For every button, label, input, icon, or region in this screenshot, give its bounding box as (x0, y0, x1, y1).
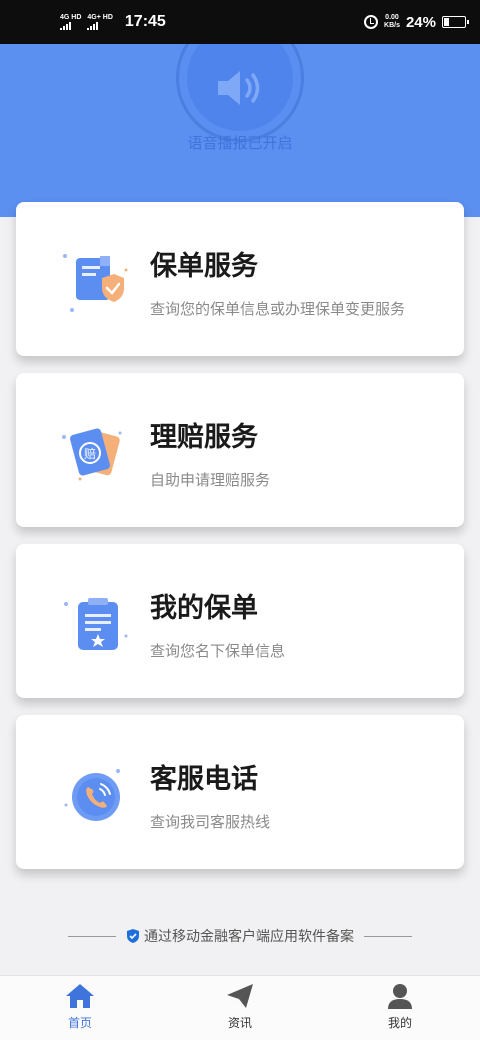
card-title: 理赔服务 (150, 422, 258, 453)
voice-status-text: 语音播报已开启 (187, 134, 293, 152)
shield-check-icon (127, 929, 139, 943)
tab-news[interactable]: 资讯 (160, 976, 320, 1040)
filing-note-text: 通过移动金融客户端应用软件备案 (144, 929, 354, 945)
card-title: 客服电话 (150, 764, 258, 795)
signal-indicator-1: 4G HD (60, 14, 81, 30)
phone-icon (64, 769, 120, 821)
signal-bars-icon (87, 22, 99, 30)
card-policy-service[interactable]: 保单服务 查询您的保单信息或办理保单变更服务 (16, 202, 464, 356)
card-desc: 查询您的保单信息或办理保单变更服务 (150, 300, 406, 318)
card-customer-service-phone[interactable]: 客服电话 查询我司客服热线 (16, 715, 464, 869)
card-desc: 查询您名下保单信息 (150, 642, 286, 660)
status-time: 17:45 (124, 13, 166, 30)
net-speed: 0.00 KB/s (384, 14, 400, 30)
bottom-tab-bar: 首页 资讯 我的 (0, 975, 480, 1040)
net-speed-unit: KB/s (384, 22, 400, 29)
policy-shield-icon (63, 254, 128, 312)
filing-note: 通过移动金融客户端应用软件备案 (0, 926, 480, 946)
tab-label: 资讯 (227, 1016, 252, 1030)
battery-percent: 24% (405, 13, 436, 31)
card-title: 保单服务 (150, 251, 258, 282)
card-desc: 查询我司客服热线 (150, 813, 271, 831)
card-my-policy[interactable]: 我的保单 查询您名下保单信息 (16, 544, 464, 698)
header-banner: 语音播报已开启 (0, 44, 480, 217)
battery-icon (442, 16, 469, 28)
user-icon (388, 984, 412, 1009)
divider-right (364, 935, 412, 937)
tab-label: 首页 (67, 1016, 92, 1030)
net-speed-value: 0.00 (385, 14, 399, 21)
alarm-icon (364, 15, 379, 29)
tab-mine[interactable]: 我的 (320, 976, 480, 1040)
home-icon (66, 984, 94, 1008)
card-desc: 自助申请理赔服务 (150, 471, 271, 489)
signal-label-2: 4G+ HD (87, 14, 113, 21)
status-bar: 4G HD 4G+ HD 17:45 0.00 KB/s 24% (0, 0, 480, 44)
tab-home[interactable]: 首页 (0, 976, 160, 1040)
claim-icon: 赔 (62, 428, 122, 481)
svg-text:赔: 赔 (84, 446, 96, 461)
divider-left (68, 935, 116, 937)
tab-label: 我的 (387, 1016, 412, 1030)
card-title: 我的保单 (150, 593, 258, 624)
signal-label-1: 4G HD (60, 14, 82, 21)
card-claim-service[interactable]: 赔 理赔服务 自助申请理赔服务 (16, 373, 464, 527)
clipboard-star-icon (64, 598, 128, 650)
signal-indicator-2: 4G+ HD (87, 14, 113, 30)
speaker-icon (218, 71, 260, 105)
voice-toggle-button[interactable] (176, 44, 304, 142)
paper-plane-icon (227, 984, 253, 1008)
signal-bars-icon (60, 22, 71, 30)
